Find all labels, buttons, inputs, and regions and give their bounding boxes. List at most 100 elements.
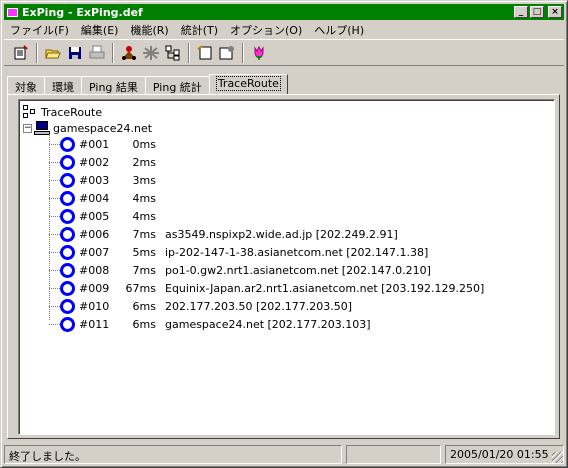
menu-file[interactable]: ファイル(F) [4,22,75,38]
hop-number: #006 [79,227,110,241]
properties-icon[interactable] [216,42,238,64]
tree-connector [49,143,60,145]
hop-time: 4ms [132,209,156,223]
status-bar: 終了しました。 2005/01/20 01:55 [4,445,564,464]
tree-hop[interactable]: #008 7ms po1-0.gw2.nrt1.asianetcom.net [20… [49,262,431,278]
tree-root-icon [23,105,37,119]
hop-time: 5ms [132,245,156,259]
tab-label: Ping 統計 [152,81,202,94]
network-tree-icon[interactable] [162,42,184,64]
tab-label: 環境 [52,81,74,94]
tree-hop[interactable]: #007 5ms ip-202-147-1-38.asianetcom.net [2… [49,244,428,260]
status-message: 終了しました。 [4,445,342,464]
tree-connector [49,215,60,217]
toolbar [4,39,564,66]
maximize-button[interactable]: □ [530,6,544,18]
tulip-icon[interactable] [248,42,270,64]
tab-label: TraceRoute [215,76,281,91]
hop-time: 67ms [125,281,156,295]
tree-hop[interactable]: #002 2ms [49,154,165,170]
menu-options[interactable]: オプション(O) [224,22,308,38]
tree-hop[interactable]: #003 3ms [49,172,165,188]
hop-node-icon [60,298,75,314]
traceroute-icon[interactable] [140,42,162,64]
title-bar[interactable]: ExPing - ExPing.def _ □ × [4,4,564,20]
menu-edit[interactable]: 編集(E) [75,22,125,38]
window-title: ExPing - ExPing.def [22,5,143,19]
tab-target[interactable]: 対象 [7,76,45,95]
toolbar-separator [36,42,38,63]
tree-hop[interactable]: #001 0ms [49,136,165,152]
close-button[interactable]: × [548,6,562,18]
tree-connector [49,251,60,253]
tree-hop[interactable]: #009 67ms Equinix-Japan.ar2.nrt1.asianetco… [49,280,484,296]
hop-time: 0ms [132,137,156,151]
menu-statistics[interactable]: 統計(T) [175,22,224,38]
hop-time: 6ms [132,299,156,313]
hop-node-icon [60,208,75,224]
open-folder-icon[interactable] [42,42,64,64]
tree-connector [49,269,60,271]
resize-grip[interactable] [552,452,563,463]
tab-environment[interactable]: 環境 [44,76,82,95]
app-icon [7,7,18,17]
hop-node-icon [60,244,75,260]
tree-hop[interactable]: #006 7ms as3549.nspixp2.wide.ad.jp [202.24… [49,226,398,242]
tree-connector [49,233,60,235]
host-label: gamespace24.net [53,121,153,135]
tab-traceroute[interactable]: TraceRoute [208,74,288,95]
tree-connector [49,287,60,289]
collapse-icon[interactable]: − [23,123,32,133]
tab-ping-statistics[interactable]: Ping 統計 [144,76,210,95]
hop-node-icon [60,316,75,332]
ping-icon[interactable] [118,42,140,64]
new-list-icon[interactable] [10,42,32,64]
tab-ping-results[interactable]: Ping 結果 [81,76,146,95]
hop-number: #011 [79,317,110,331]
hop-detail: 202.177.203.50 [202.177.203.50] [165,299,353,313]
toolbar-separator [242,42,244,63]
hop-node-icon [60,154,75,170]
hop-node-icon [60,136,75,152]
tree-connector [49,179,60,181]
minimize-button[interactable]: _ [514,6,528,18]
hop-time: 3ms [132,173,156,187]
hop-node-icon [60,172,75,188]
print-icon[interactable] [86,42,108,64]
hop-time: 7ms [132,263,156,277]
toolbar-separator [112,42,114,63]
traceroute-tree[interactable]: TraceRoute − gamespace24.net #001 0ms #002… [18,99,555,435]
hop-detail: po1-0.gw2.nrt1.asianetcom.net [202.147.0… [165,263,431,277]
tab-label: Ping 結果 [89,81,138,94]
hop-detail: ip-202-147-1-38.asianetcom.net [202.147.… [165,245,429,259]
tree-root[interactable]: TraceRoute [23,104,102,120]
menu-bar: ファイル(F) 編集(E) 機能(R) 統計(T) オプション(O) ヘルプ(H… [4,21,564,38]
tree-connector [49,161,60,163]
traceroute-panel: TraceRoute − gamespace24.net #001 0ms #002… [7,94,560,439]
hop-time: 6ms [132,317,156,331]
hop-detail: as3549.nspixp2.wide.ad.jp [202.249.2.91] [165,227,398,241]
hop-number: #002 [79,155,110,169]
status-datetime: 2005/01/20 01:55 [445,445,564,464]
tree-connector [49,197,60,199]
notes-icon[interactable] [194,42,216,64]
tree-hop[interactable]: #010 6ms 202.177.203.50 [202.177.203.50] [49,298,352,314]
tab-label: 対象 [15,81,37,94]
hop-detail: Equinix-Japan.ar2.nrt1.asianetcom.net [2… [165,281,485,295]
tree-root-label: TraceRoute [41,105,103,119]
hop-number: #009 [79,281,110,295]
tree-hop[interactable]: #005 4ms [49,208,165,224]
hop-node-icon [60,262,75,278]
menu-function[interactable]: 機能(R) [124,22,174,38]
toolbar-separator [188,42,190,63]
tree-hop[interactable]: #004 4ms [49,190,165,206]
save-icon[interactable] [64,42,86,64]
hop-detail: gamespace24.net [202.177.203.103] [165,317,371,331]
tab-strip: 対象 環境 Ping 結果 Ping 統計 TraceRoute [7,74,288,95]
tree-host[interactable]: − gamespace24.net [23,120,152,136]
hop-number: #004 [79,191,110,205]
hop-number: #003 [79,173,110,187]
tree-hop[interactable]: #011 6ms gamespace24.net [202.177.203.103] [49,316,371,332]
tree-connector [49,305,60,307]
menu-help[interactable]: ヘルプ(H) [308,22,370,38]
